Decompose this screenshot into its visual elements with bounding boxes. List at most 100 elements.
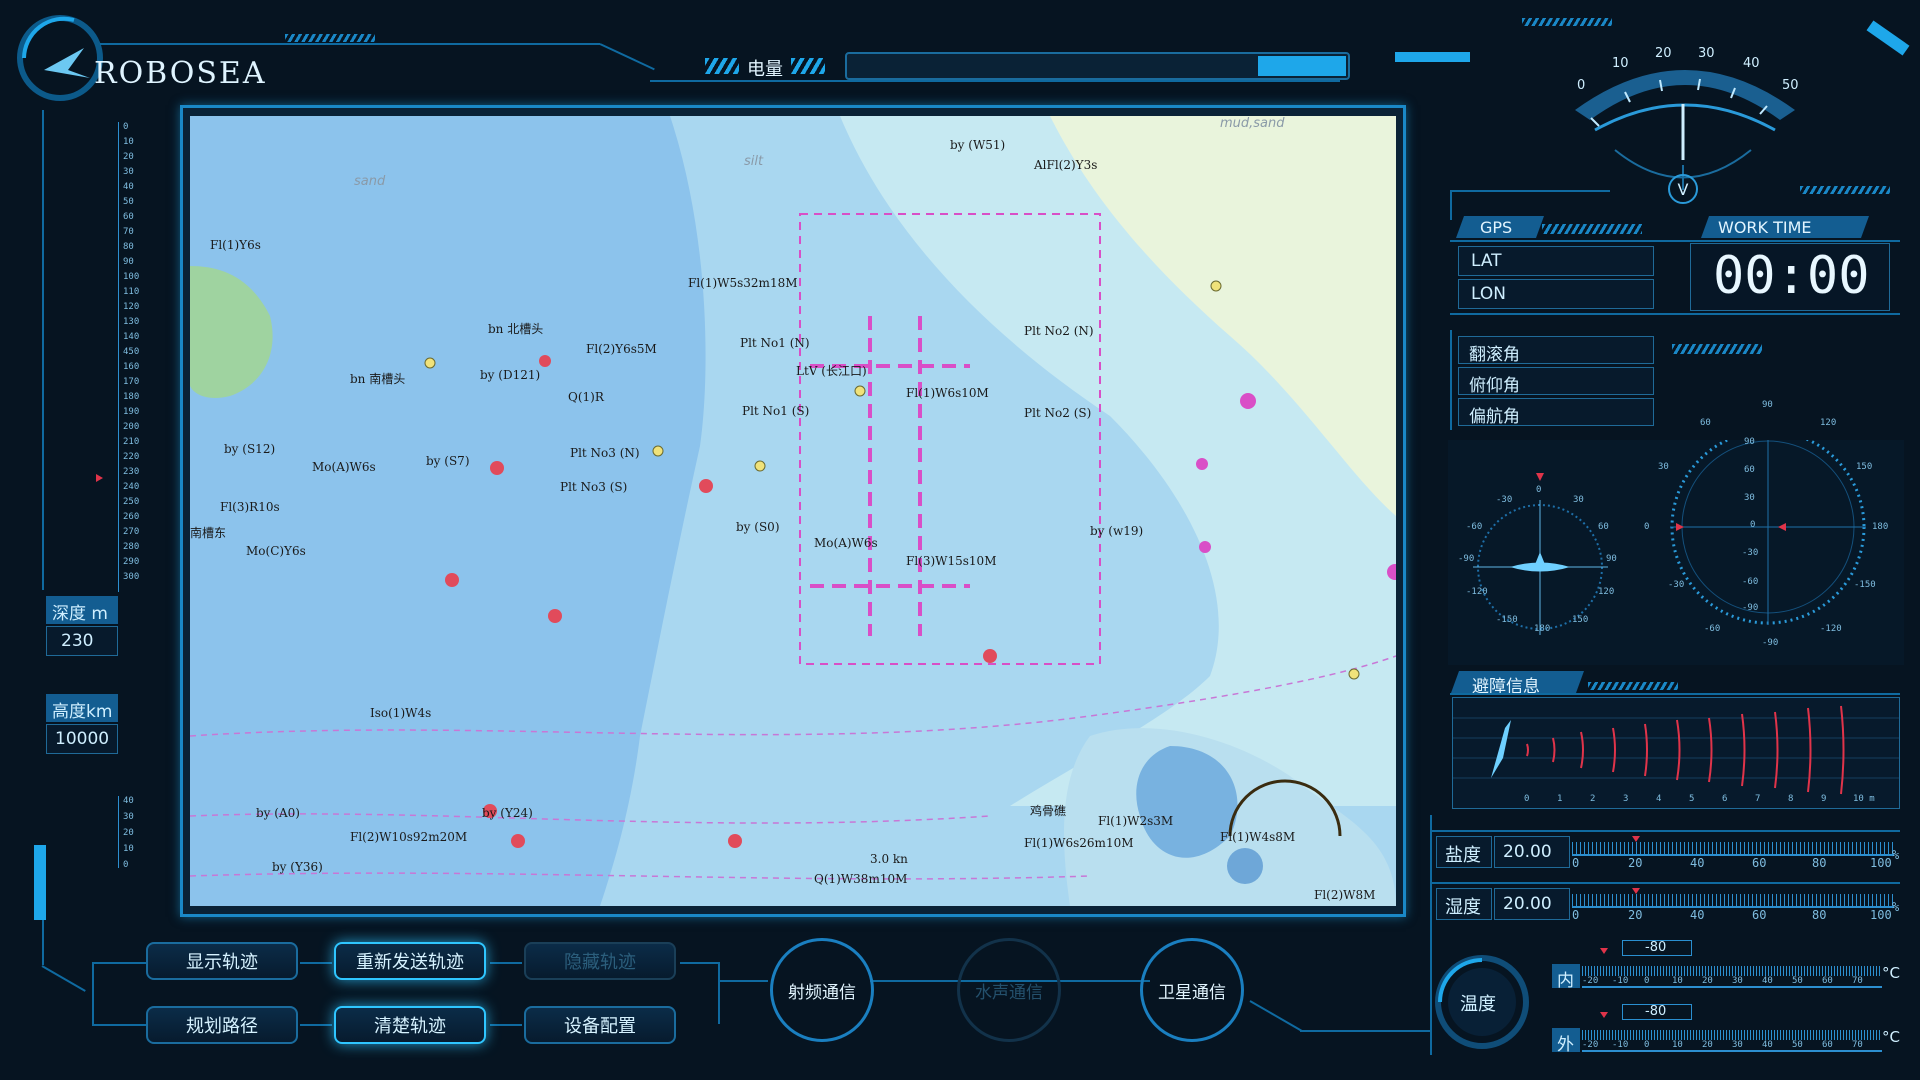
chart-label-jigujiao: 鸡骨礁 <box>1030 804 1067 818</box>
obstacle-scale-9: 9 <box>1821 794 1827 804</box>
outer-scale-9: 70 <box>1852 1040 1863 1050</box>
salinity-value: 20.00 <box>1503 842 1552 862</box>
chart-label-mudsand-top: mud,sand <box>1220 116 1285 131</box>
altitude-label-box: 高度km <box>46 694 118 722</box>
chart-label-fl1w6s10m: Fl(1)W6s10M <box>906 386 989 400</box>
salinity-scale-80: 80 <box>1812 856 1827 870</box>
large-inner-60: 60 <box>1744 465 1755 475</box>
chart-label-fl2w8m: Fl(2)W8M <box>1314 888 1376 902</box>
chart-label-nancao: 南槽东 <box>190 526 227 540</box>
inner-temp-value: -80 <box>1645 940 1667 955</box>
small-compass-m30: -30 <box>1496 495 1513 505</box>
obstacle-scale-5: 5 <box>1689 794 1695 804</box>
yaw-field: 偏航角 <box>1458 398 1654 427</box>
roll-label: 翻滚角 <box>1469 345 1520 365</box>
nautical-chart[interactable]: Plt No1 (N) Plt No1 (S) Plt No2 (N) Plt … <box>190 116 1396 906</box>
battery-stripes-right-icon <box>791 58 825 74</box>
depth-ruler-tick: 10 <box>123 137 134 147</box>
depth-ruler-tick: 180 <box>123 392 140 402</box>
obstacle-scale-7: 7 <box>1755 794 1761 804</box>
humidity-scale-60: 60 <box>1752 908 1767 922</box>
chart-label-fl1w2s3m: Fl(1)W2s3M <box>1098 814 1174 828</box>
battery-fill <box>1258 56 1346 76</box>
depth-ruler-tick: 200 <box>123 422 140 432</box>
inner-scale-1: -10 <box>1612 976 1629 986</box>
outer-scale-3: 10 <box>1672 1040 1683 1050</box>
gps-title: GPS <box>1480 218 1513 237</box>
inner-scale-3: 10 <box>1672 976 1683 986</box>
inner-temp-label: 内 <box>1557 971 1574 991</box>
roll-field: 翻滚角 <box>1458 336 1654 365</box>
chart-label-fl3r10s: Fl(3)R10s <box>220 500 280 514</box>
large-inner-90: 90 <box>1744 437 1755 447</box>
depth-ruler-tick: 80 <box>123 242 134 252</box>
outer-scale-8: 60 <box>1822 1040 1833 1050</box>
alt-ruler-0: 0 <box>123 860 129 870</box>
depth-ruler-tick: 160 <box>123 362 140 372</box>
work-time-display: 00:00 <box>1690 243 1890 311</box>
yaw-label: 偏航角 <box>1469 407 1520 427</box>
depth-ruler-tick: 70 <box>123 227 134 237</box>
chart-label-ltv: LtV (长江口) <box>796 364 867 378</box>
alt-ruler-40: 40 <box>123 796 134 806</box>
lat-label: LAT <box>1471 251 1502 271</box>
depth-ruler: 0 10 20 30 40 50 60 70 80 90 100 110 120 130 140 450 160… <box>118 122 148 592</box>
obstacle-scale-4: 4 <box>1656 794 1662 804</box>
satellite-comm-button[interactable]: 卫星通信 <box>1140 938 1244 1042</box>
plan-route-button[interactable]: 规划路径 <box>146 1006 298 1044</box>
show-track-button[interactable]: 显示轨迹 <box>146 942 298 980</box>
inner-scale-4: 20 <box>1702 976 1713 986</box>
outer-temp-label: 外 <box>1557 1035 1574 1055</box>
outer-temp-value-box: -80 <box>1622 1004 1692 1020</box>
chart-label-plt-no2-n: Plt No2 (N) <box>1024 324 1094 338</box>
depth-ruler-tick: 290 <box>123 557 140 567</box>
depth-ruler-tick: 40 <box>123 182 134 192</box>
chart-label-q1r: Q(1)R <box>568 390 604 404</box>
outer-scale-0: -20 <box>1582 1040 1599 1050</box>
chart-label-plt-no1-s: Plt No1 (S) <box>742 404 810 418</box>
humidity-label: 湿度 <box>1445 897 1481 918</box>
depth-ruler-tick: 130 <box>123 317 140 327</box>
chart-label-by-s12: by (S12) <box>224 442 276 456</box>
depth-ruler-tick: 100 <box>123 272 140 282</box>
small-compass-30: 30 <box>1573 495 1584 505</box>
salinity-scale-60: 60 <box>1752 856 1767 870</box>
speedometer: 0 10 20 30 40 50 V <box>1555 40 1815 210</box>
inner-scale-6: 40 <box>1762 976 1773 986</box>
large-compass-120: 120 <box>1820 418 1837 428</box>
chart-label-fl3w15s10m: Fl(3)W15s10M <box>906 554 997 568</box>
obstacle-sonar: 0 1 2 3 4 5 6 7 8 9 10 m <box>1452 697 1900 809</box>
large-compass-m150: -150 <box>1854 580 1876 590</box>
outer-temp-label-box: 外 <box>1552 1028 1580 1055</box>
large-inner-m90: -90 <box>1742 603 1759 613</box>
speed-tick-10: 10 <box>1612 56 1629 71</box>
pitch-field: 俯仰角 <box>1458 367 1654 396</box>
small-compass-60: 60 <box>1598 522 1609 532</box>
chart-label-plt-no2-s: Plt No2 (S) <box>1024 406 1092 420</box>
large-compass-m120: -120 <box>1820 624 1842 634</box>
outer-temp-value: -80 <box>1645 1004 1667 1019</box>
alt-ruler-10: 10 <box>123 844 134 854</box>
acoustic-comm-button[interactable]: 水声通信 <box>957 938 1061 1042</box>
humidity-percent: % <box>1892 900 1900 914</box>
depth-ruler-tick: 260 <box>123 512 140 522</box>
large-inner-0: 0 <box>1750 520 1756 530</box>
salinity-scale-20: 20 <box>1628 856 1643 870</box>
inner-scale-9: 70 <box>1852 976 1863 986</box>
speed-tick-40: 40 <box>1743 56 1760 71</box>
acoustic-comm-label: 水声通信 <box>975 982 1043 1003</box>
outer-temp: -80 外 -20 -10 0 10 20 30 40 50 60 70 °C <box>1552 1004 1902 1055</box>
large-compass-m60: -60 <box>1704 624 1721 634</box>
altitude-value-box: 10000 <box>46 724 118 754</box>
resend-track-button[interactable]: 重新发送轨迹 <box>334 942 486 980</box>
device-config-button[interactable]: 设备配置 <box>524 1006 676 1044</box>
salinity-scale-40: 40 <box>1690 856 1705 870</box>
work-time-value: 00:00 <box>1713 246 1870 306</box>
small-compass-m150: -150 <box>1496 615 1518 625</box>
chart-label-bn-north: bn 北槽头 <box>488 322 544 336</box>
clear-track-button[interactable]: 清楚轨迹 <box>334 1006 486 1044</box>
depth-ruler-tick: 50 <box>123 197 134 207</box>
rf-comm-button[interactable]: 射频通信 <box>770 938 874 1042</box>
hide-track-button[interactable]: 隐藏轨迹 <box>524 942 676 980</box>
speed-tick-0: 0 <box>1577 78 1586 93</box>
